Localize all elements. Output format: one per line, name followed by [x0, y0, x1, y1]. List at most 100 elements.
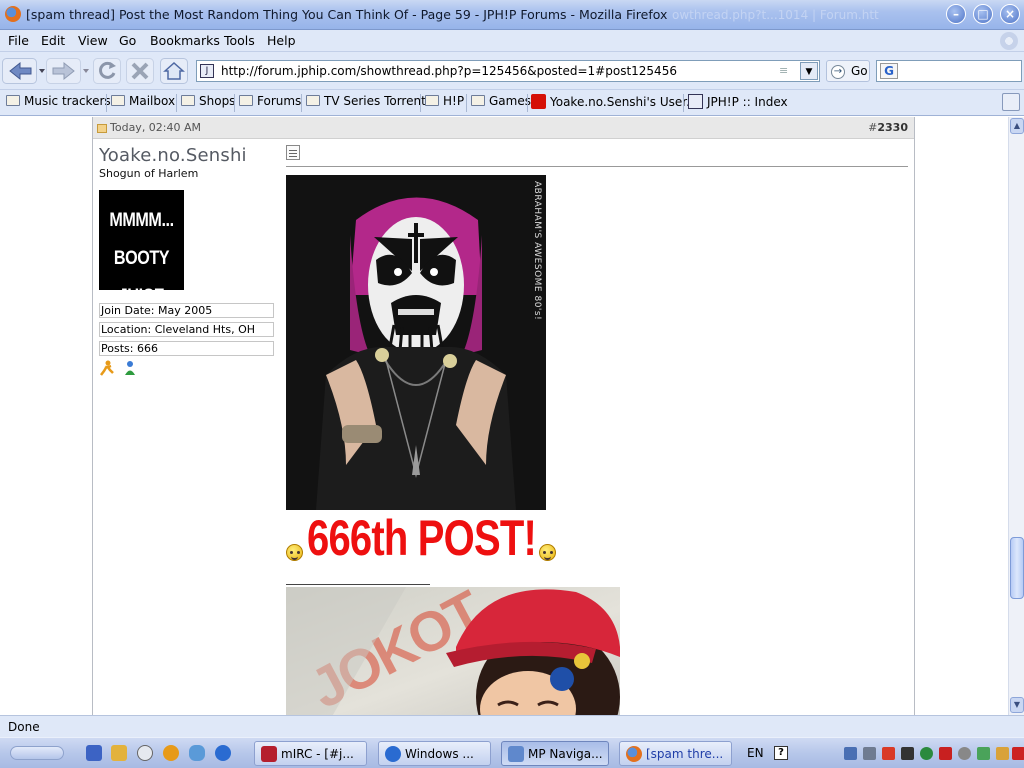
bookmark-jphip-index[interactable]: JPH!P :: Index [688, 94, 788, 112]
user-title: Shogun of Harlem [99, 167, 199, 180]
rss-feed-icon[interactable]: ≡ [779, 65, 793, 77]
minimize-button[interactable]: – [946, 4, 966, 24]
aim-icon[interactable] [99, 360, 115, 376]
menu-go[interactable]: Go [119, 33, 136, 48]
avatar-text-line2: BOOTY JUICE [113, 248, 170, 307]
user-status-icons [99, 360, 275, 380]
task-label: mIRC - [#j... [281, 747, 354, 761]
tray-folder-icon[interactable] [996, 747, 1009, 760]
tray-volume-icon[interactable] [863, 747, 876, 760]
quicklaunch-app-icon[interactable] [86, 745, 102, 761]
bookmark-lastfm-user[interactable]: Yoake.no.Senshi's User... [531, 94, 698, 112]
quicklaunch-media-player-icon[interactable] [215, 745, 231, 761]
forward-button[interactable] [46, 58, 90, 84]
bookmark-forums[interactable]: Forums [239, 94, 301, 112]
scrollbar-thumb[interactable] [1010, 537, 1024, 599]
bookmark-hp[interactable]: H!P [425, 94, 464, 112]
tray-app-icon[interactable] [882, 747, 895, 760]
stop-icon[interactable] [126, 58, 154, 84]
tray-monitor-icon[interactable] [901, 747, 914, 760]
language-indicator[interactable]: EN [747, 746, 764, 760]
bookmark-shops[interactable]: Shops [181, 94, 235, 112]
status-bar: Done [0, 715, 1024, 737]
task-label: MP Naviga... [528, 747, 603, 761]
help-icon[interactable]: ? [774, 746, 788, 760]
image-caption: ABRAHAM'S AWESOME 80's! [532, 181, 542, 321]
google-search-engine-icon[interactable]: G [880, 63, 898, 79]
menu-file[interactable]: File [8, 33, 29, 48]
username-link[interactable]: Yoake.no.Senshi [99, 145, 275, 166]
throbber-icon [1000, 32, 1018, 50]
quicklaunch-clock-icon[interactable] [137, 745, 153, 761]
tray-alert-icon[interactable] [1012, 747, 1024, 760]
vertical-scrollbar[interactable]: ▲ ▼ [1008, 117, 1024, 715]
quicklaunch-aim-icon[interactable] [163, 745, 179, 761]
avatar[interactable]: MMMM... BOOTY JUICE [99, 190, 184, 307]
taskbar-item-firefox[interactable]: [spam thre... [619, 741, 732, 766]
taskbar-item-mp-navigator[interactable]: MP Naviga... [501, 741, 609, 766]
girl-in-cap-photo-icon [286, 587, 620, 715]
bookmark-label: Shops [199, 94, 236, 108]
home-icon[interactable] [160, 58, 188, 84]
task-label: [spam thre... [646, 747, 724, 761]
menu-edit[interactable]: Edit [41, 33, 65, 48]
toolbar-separator [301, 94, 302, 112]
tray-settings-icon[interactable] [958, 747, 971, 760]
post-divider [286, 166, 908, 167]
bookmark-games[interactable]: Games [471, 94, 531, 112]
taskbar-item-mirc[interactable]: mIRC - [#j... [254, 741, 367, 766]
back-button[interactable] [2, 58, 46, 84]
downloads-icon[interactable] [1002, 93, 1020, 111]
toolbar-separator [420, 94, 421, 112]
post-image-king-diamond[interactable]: ABRAHAM'S AWESOME 80's! [286, 175, 546, 510]
msn-icon[interactable] [122, 360, 138, 376]
menu-view[interactable]: View [78, 33, 108, 48]
page-content: Today, 02:40 AM #2330 Yoake.no.Senshi Sh… [0, 117, 1008, 715]
bookmark-label: Forums [257, 94, 302, 108]
folder-icon [471, 95, 485, 106]
menu-bookmarks[interactable]: Bookmarks [150, 33, 220, 48]
face-paint-photo-icon [286, 175, 546, 510]
bookmark-label: Games [489, 94, 531, 108]
tray-globe-icon[interactable] [920, 747, 933, 760]
post-headline: 666th POST! [286, 513, 556, 569]
taskbar: mIRC - [#j... Windows ... MP Naviga... [… [0, 737, 1024, 768]
quicklaunch-notes-icon[interactable] [111, 745, 127, 761]
menu-tools[interactable]: Tools [224, 33, 255, 48]
bookmark-label: Mailbox [129, 94, 176, 108]
folder-icon [425, 95, 439, 106]
go-button[interactable]: → Go [826, 60, 870, 82]
folder-icon [111, 95, 125, 106]
address-dropdown-button[interactable]: ▼ [800, 62, 818, 80]
taskbar-item-windows[interactable]: Windows ... [378, 741, 491, 766]
bookmark-label: TV Series Torrents [324, 94, 433, 108]
quicklaunch-msn-icon[interactable] [189, 745, 205, 761]
scroll-down-button[interactable]: ▼ [1010, 697, 1024, 713]
bookmark-label: Yoake.no.Senshi's User... [550, 95, 698, 109]
tray-network-icon[interactable] [844, 747, 857, 760]
maximize-button[interactable]: □ [973, 4, 993, 24]
bookmark-tv-series-torrents[interactable]: TV Series Torrents [306, 94, 432, 112]
signature-image[interactable]: JOKOT [286, 587, 620, 715]
scroll-up-button[interactable]: ▲ [1010, 118, 1024, 134]
search-input[interactable]: G [876, 60, 1022, 82]
bookmark-music-trackers[interactable]: Music trackers [6, 94, 111, 112]
reload-icon[interactable] [93, 58, 121, 84]
bookmark-mailbox[interactable]: Mailbox [111, 94, 175, 112]
close-button[interactable]: × [1000, 4, 1020, 24]
address-bar[interactable]: J http://forum.jphip.com/showthread.php?… [196, 60, 820, 82]
post-number-link[interactable]: #2330 [868, 121, 908, 134]
tray-antivirus-icon[interactable] [939, 747, 952, 760]
firefox-icon[interactable] [5, 6, 21, 22]
address-url[interactable]: http://forum.jphip.com/showthread.php?p=… [221, 64, 677, 78]
window-titlebar[interactable]: [spam thread] Post the Most Random Thing… [0, 0, 1024, 30]
start-button[interactable] [10, 746, 64, 760]
go-label: Go [851, 64, 868, 78]
bookmark-label: Music trackers [24, 94, 111, 108]
menu-help[interactable]: Help [267, 33, 296, 48]
tray-messenger-icon[interactable] [977, 747, 990, 760]
signature-divider [286, 584, 430, 585]
post-number: 2330 [877, 121, 908, 134]
toolbar-separator [683, 94, 684, 112]
devil-smiley-icon [286, 544, 303, 561]
